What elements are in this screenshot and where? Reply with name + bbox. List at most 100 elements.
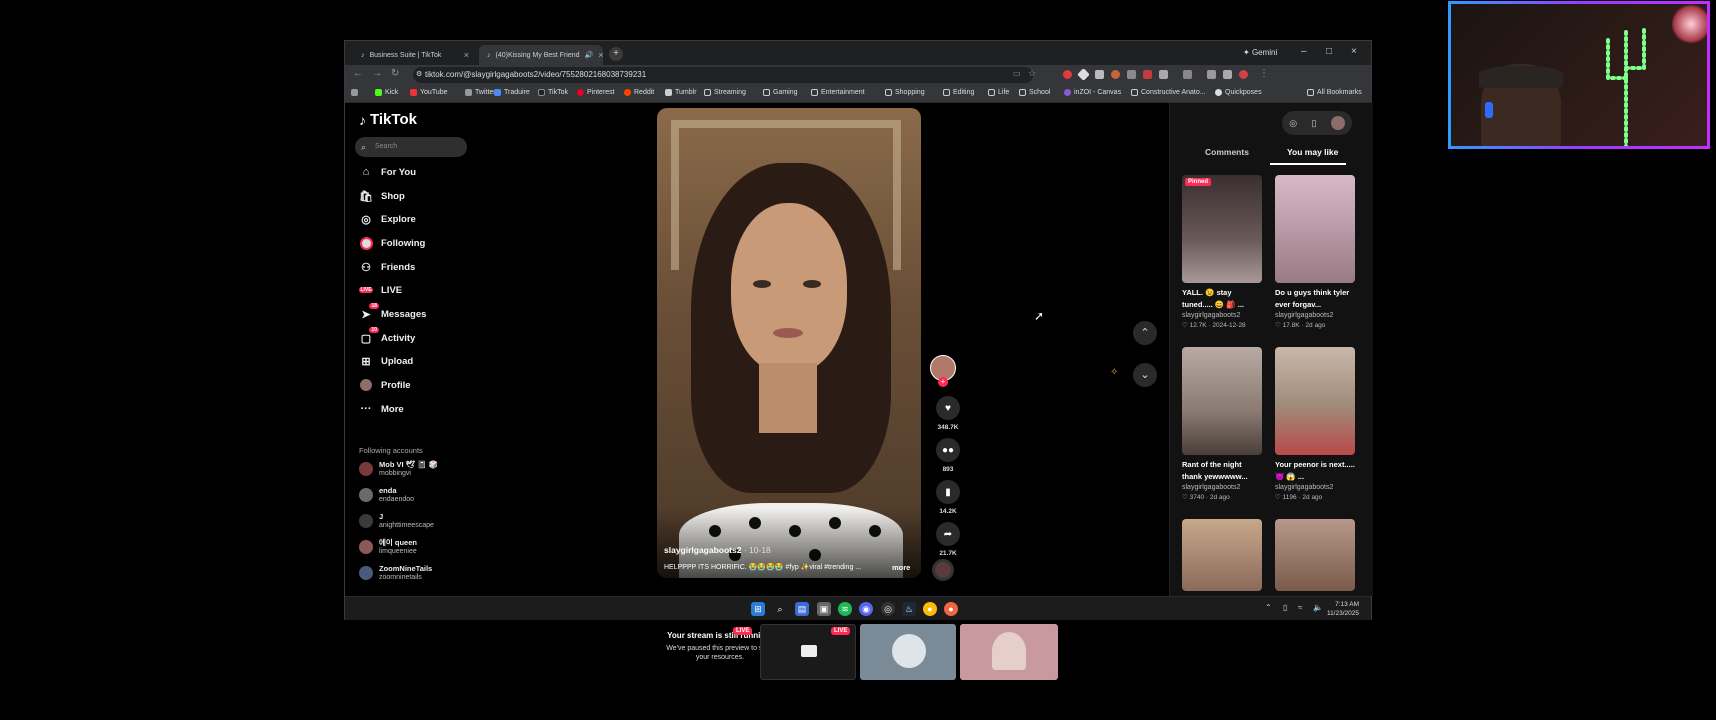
search-icon[interactable]: ⌕ [773,602,787,616]
nav-activity[interactable]: ▢ 10 Activity [359,327,415,347]
extension-icon[interactable] [1143,70,1152,79]
bookmark-kick[interactable]: Kick [375,89,398,96]
downloads-icon[interactable] [1207,70,1216,79]
address-bar[interactable]: ⚙ tiktok.com/@slaygirlgagaboots2/video/7… [413,67,1033,83]
comment-button[interactable]: ●● 893 [935,438,961,473]
nav-explore[interactable]: ◎ Explore [359,210,416,228]
bookmark-youtube[interactable]: YouTube [410,89,448,96]
minimize-icon[interactable]: – [1301,46,1307,57]
following-account[interactable]: enda endaendoo [359,482,414,508]
volume-icon[interactable]: 🔈 [1313,603,1323,612]
tab-kissing-best-friend[interactable]: ♪ (40)Kissing My Best Friend 🔊 × [479,45,603,65]
nav-following[interactable]: Following [359,234,425,252]
bookmark-star-icon[interactable]: ☆ [1028,68,1036,79]
sidebar-icon[interactable] [1223,70,1232,79]
bookmark-quickposes[interactable]: Quickposes [1215,89,1262,96]
chrome-icon[interactable]: ● [923,602,937,616]
cast-icon[interactable]: ▭ [1013,69,1021,78]
windows-start-icon[interactable]: ⊞ [751,602,765,616]
discord-icon[interactable]: ◉ [859,602,873,616]
bookmark-folder-shopping[interactable]: Shopping [885,89,925,96]
tab-you-may-like[interactable]: You may like [1287,147,1338,157]
chrome-profile-icon[interactable]: ● [944,602,958,616]
tab-comments[interactable]: Comments [1205,147,1249,157]
bookmark-traduire[interactable]: Traduire [494,89,530,96]
steam-icon[interactable]: ♨ [902,602,916,616]
following-account[interactable]: Janighttimeescape [359,508,434,534]
bookmark-inzoi-canvas[interactable]: inZOI - Canvas [1064,89,1121,96]
back-icon[interactable]: ← [353,68,363,79]
bookmark-twitter[interactable]: Twitter [465,89,496,96]
device-icon[interactable]: ▯ [1311,118,1316,129]
profile-avatar-icon[interactable] [1239,70,1248,79]
tray-chevron-icon[interactable]: ⌃ [1265,603,1272,612]
next-video-button[interactable]: ⌄ [1133,363,1157,387]
stream-preview-overlay[interactable] [960,624,1058,680]
search-input[interactable]: ⌕ Search [355,137,467,157]
tray-app-icon[interactable]: ▯ [1283,603,1287,612]
bookmark-folder-life[interactable]: Life [988,89,1009,96]
menu-dots-icon[interactable]: ⋮ [1259,68,1269,79]
taskbar-clock[interactable]: 7:13 AM 11/23/2025 [1327,600,1359,618]
video-player[interactable]: slaygirlgagaboots2 · 10-18 HELPPPP ITS H… [657,108,921,578]
tiktok-logo[interactable]: ♪ TikTok [359,111,417,128]
compass-icon[interactable]: ◎ [1289,118,1297,129]
music-disc-icon[interactable] [932,559,954,581]
nav-live[interactable]: LIVE LIVE [359,281,402,299]
bookmark-folder-constructive-anatomy[interactable]: Constructive Anato... [1131,89,1206,96]
recommended-video-card[interactable]: Pinned YALL. 😉 stay tuned..... 😄 🎒 ... s… [1182,175,1262,331]
bookmark-folder-gaming[interactable]: Gaming [763,89,798,96]
user-avatar[interactable] [1330,116,1345,130]
extensions-puzzle-icon[interactable] [1159,70,1168,79]
following-account[interactable]: ZoomNineTails zoomninetails [359,560,432,586]
extension-icon[interactable] [1077,68,1090,81]
nav-friends[interactable]: ⚇ Friends [359,258,415,276]
app-icon[interactable]: ▣ [817,602,831,616]
extension-icon[interactable] [1063,70,1072,79]
bookmark-folder-editing[interactable]: Editing [943,89,974,96]
recommended-video-card[interactable] [1275,519,1355,591]
bookmark-reddit[interactable]: Reddit [624,89,654,96]
extension-icon[interactable] [1127,70,1136,79]
bookmark-tumblr[interactable]: Tumblr [665,89,697,96]
nav-profile[interactable]: Profile [359,376,411,394]
apps-grid-icon[interactable] [351,89,358,96]
previous-video-button[interactable]: ⌃ [1133,321,1157,345]
recommended-video-card[interactable]: Rant of the night thank yewwwww... slayg… [1182,347,1262,503]
obs-icon[interactable]: ◎ [881,602,895,616]
bookmark-folder-entertainment[interactable]: Entertainment [811,89,865,96]
spotify-icon[interactable]: ≋ [838,602,852,616]
close-tab-icon[interactable]: × [464,50,469,60]
following-account[interactable]: Mob VI 🕊 📓 🎲 mobbingvi [359,456,438,482]
recommended-video-card[interactable]: Your peenor is next..... 😈 😱 ... slaygir… [1275,347,1355,503]
speaker-icon[interactable]: 🔊 [585,51,594,59]
maximize-icon[interactable]: □ [1326,46,1332,57]
extension-icon[interactable] [1111,70,1120,79]
nav-shop[interactable]: 🛍 Shop [359,187,405,205]
bookmark-folder-school[interactable]: School [1019,89,1050,96]
recommended-video-card[interactable]: Do u guys think tyler ever forgav... sla… [1275,175,1355,331]
save-button[interactable]: ▮ 14.2K [935,480,961,515]
forward-icon[interactable]: → [372,68,382,79]
bookmark-folder-streaming[interactable]: Streaming [704,89,746,96]
stream-preview-camera[interactable] [860,624,956,680]
recommended-video-card[interactable] [1182,519,1262,591]
follow-plus-icon[interactable]: + [938,377,948,387]
extension-icon[interactable] [1095,70,1104,79]
share-button[interactable]: ➦ 21.7K [935,522,961,557]
close-window-icon[interactable]: × [1351,46,1357,57]
all-bookmarks-folder[interactable]: All Bookmarks [1307,89,1362,96]
caption-more-link[interactable]: more [892,563,910,572]
new-tab-button[interactable]: + [609,47,623,61]
nav-upload[interactable]: ⊞ Upload [359,352,413,370]
task-view-icon[interactable]: ▤ [795,602,809,616]
reading-list-icon[interactable] [1183,70,1192,79]
video-author[interactable]: slaygirlgagaboots2 · 10-18 [664,545,771,555]
nav-for-you[interactable]: ⌂ For You [359,163,416,181]
bookmark-pinterest[interactable]: Pinterest [577,89,615,96]
nav-messages[interactable]: ➤ 18 Messages [359,303,426,323]
like-button[interactable]: ♥ 348.7K [935,396,961,431]
reload-icon[interactable]: ↻ [391,68,399,79]
wifi-icon[interactable]: ≈ [1298,603,1302,612]
gemini-button[interactable]: ✦ Gemini [1243,48,1277,57]
